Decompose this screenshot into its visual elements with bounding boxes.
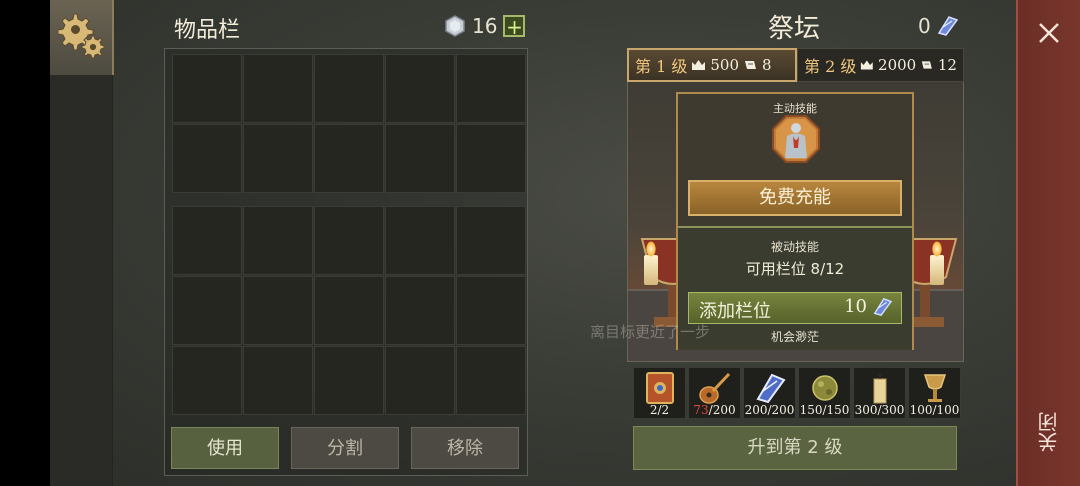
altar-title: 祭坛: [768, 14, 821, 44]
orb-icon: [812, 375, 838, 401]
free-charge-button[interactable]: 免费充能: [688, 180, 902, 216]
item-need: /2: [657, 403, 670, 417]
inventory-slot[interactable]: [456, 346, 526, 415]
book-icon: [646, 372, 674, 404]
required-item-candle[interactable]: 300/300: [853, 367, 906, 419]
item-have: 100: [909, 403, 933, 417]
gem-count-value: 16: [472, 14, 498, 38]
settings-button[interactable]: [50, 0, 114, 75]
required-item-book[interactable]: 2/2: [633, 367, 686, 419]
candle-icon: [873, 374, 887, 404]
inventory-slot[interactable]: [172, 346, 242, 415]
passive-skill-label: 被动技能: [770, 240, 819, 254]
crystal-icon: [756, 373, 786, 404]
crown-icon: [692, 60, 706, 70]
item-have-short: 73: [693, 403, 709, 417]
inventory-grid-top: [172, 54, 526, 193]
inventory-slot[interactable]: [243, 276, 313, 345]
level-tabs: 第 1 级 500 8 第 2 级 2000 12: [627, 48, 964, 82]
inventory-slot[interactable]: [172, 206, 242, 275]
item-need: /200: [767, 403, 795, 417]
inventory-title: 物品栏: [174, 18, 241, 43]
required-item-orb[interactable]: 150/150: [798, 367, 851, 419]
inventory-slot[interactable]: [243, 206, 313, 275]
close-label[interactable]: 关闭: [1034, 412, 1064, 452]
scroll-icon: [922, 61, 933, 69]
lute-icon: [699, 372, 731, 404]
blue-crystal-icon: [873, 297, 893, 316]
candle: [930, 255, 944, 285]
inventory-slot[interactable]: [314, 276, 384, 345]
inventory-slot[interactable]: [243, 124, 313, 193]
inventory-slot[interactable]: [456, 124, 526, 193]
add-slot-cost-value: 10: [844, 296, 867, 317]
crown-icon: [861, 60, 874, 70]
tab-level-2-cost-b: 12: [937, 56, 957, 74]
required-item-crystal[interactable]: 200/200: [743, 367, 796, 419]
inventory-slot[interactable]: [456, 206, 526, 275]
tab-level-1-cost-b: 8: [762, 56, 772, 74]
active-skill-icon[interactable]: [771, 114, 821, 164]
item-need: /200: [708, 403, 736, 417]
blue-crystal-icon: [937, 16, 958, 36]
candle: [644, 255, 658, 285]
inventory-slot[interactable]: [314, 346, 384, 415]
item-need: /100: [932, 403, 960, 417]
inventory-slot[interactable]: [385, 54, 455, 123]
close-icon[interactable]: [1036, 20, 1062, 46]
screen-edge: [0, 0, 50, 486]
item-need: /150: [822, 403, 850, 417]
tab-level-2[interactable]: 第 2 级 2000 12: [797, 48, 964, 82]
remove-button[interactable]: 移除: [411, 427, 519, 469]
inventory-slot[interactable]: [456, 276, 526, 345]
inventory-slot[interactable]: [385, 276, 455, 345]
inventory-slot[interactable]: [243, 346, 313, 415]
silver-gem-icon: [445, 15, 465, 37]
inventory-slot[interactable]: [172, 54, 242, 123]
tab-level-2-cost-a: 2000: [878, 56, 917, 74]
tab-level-1[interactable]: 第 1 级 500 8: [627, 48, 797, 82]
scroll-icon: [745, 61, 756, 69]
available-slots-label: 可用栏位 8/12: [745, 260, 845, 278]
inventory-slot[interactable]: [172, 276, 242, 345]
chance-label: 机会渺茫: [770, 330, 819, 344]
tab-level-1-cost-a: 500: [710, 56, 739, 74]
goblet-icon: [923, 374, 947, 402]
tab-level-2-label: 第 2 级: [804, 57, 857, 76]
fading-hint-text: 离目标更近了一步: [590, 323, 711, 341]
inventory-slot[interactable]: [456, 54, 526, 123]
item-have: 300: [854, 403, 878, 417]
inventory-grid-bottom: [172, 206, 526, 415]
gear-icon: [58, 13, 105, 59]
item-have: 150: [799, 403, 823, 417]
add-slot-label: 添加栏位: [699, 301, 771, 322]
inventory-slot[interactable]: [385, 124, 455, 193]
inventory-slot[interactable]: [243, 54, 313, 123]
item-need: /300: [877, 403, 905, 417]
split-button[interactable]: 分割: [291, 427, 399, 469]
item-have: 200: [744, 403, 768, 417]
crystal-count-value: 0: [918, 14, 931, 38]
add-gems-button[interactable]: +: [503, 15, 526, 37]
required-items: 2/2 73/200 200/200 150/150 300/300 100/1…: [633, 367, 961, 419]
gem-counter: 16 +: [444, 14, 526, 38]
use-button[interactable]: 使用: [171, 427, 279, 469]
inventory-slot[interactable]: [314, 54, 384, 123]
upgrade-level-button[interactable]: 升到第 2 级: [633, 426, 957, 470]
required-item-goblet[interactable]: 100/100: [908, 367, 961, 419]
inventory-slot[interactable]: [385, 346, 455, 415]
inventory-slot[interactable]: [314, 206, 384, 275]
required-item-lute[interactable]: 73/200: [688, 367, 741, 419]
crystal-counter: 0: [918, 14, 959, 38]
candle-flame: [646, 241, 656, 257]
inventory-slot[interactable]: [385, 206, 455, 275]
candle-flame: [932, 241, 942, 257]
add-slot-button[interactable]: 添加栏位 10: [688, 292, 902, 324]
inventory-slot[interactable]: [314, 124, 384, 193]
inventory-slot[interactable]: [172, 124, 242, 193]
tab-level-1-label: 第 1 级: [635, 57, 688, 76]
add-slot-cost: 10: [844, 296, 893, 317]
